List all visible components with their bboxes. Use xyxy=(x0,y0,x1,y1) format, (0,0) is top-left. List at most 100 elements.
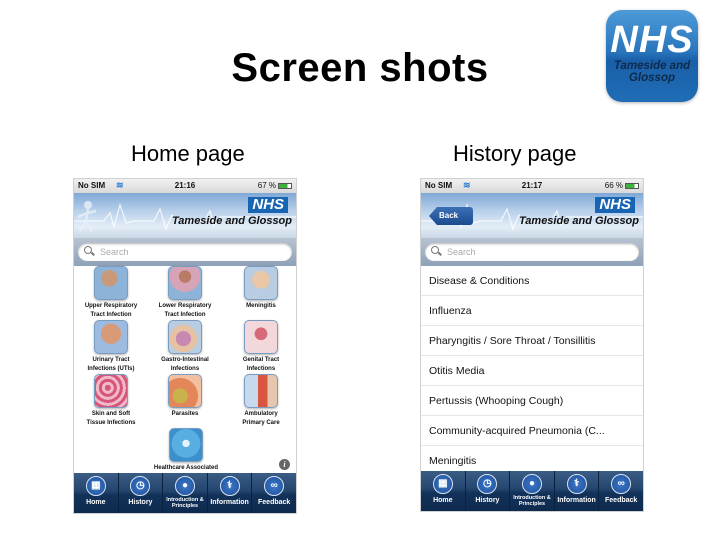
parasites-icon xyxy=(168,374,202,408)
category-label: Tract Infection xyxy=(90,312,132,318)
history-page-label: History page xyxy=(453,141,577,166)
search-icon xyxy=(84,246,92,254)
battery-icon xyxy=(278,183,292,189)
person-icon: ● xyxy=(521,474,542,494)
category-label: Genital Tract xyxy=(242,357,280,363)
genital-tract-icon xyxy=(244,320,278,354)
category-genital-tract[interactable]: Genital Tract Infections xyxy=(226,320,296,374)
tab-information[interactable]: ⚕ Information xyxy=(208,473,253,513)
category-meningitis[interactable]: Meningitis xyxy=(226,266,296,311)
category-lower-respiratory[interactable]: Lower Respiratory Tract Infection xyxy=(150,266,220,320)
list-item[interactable]: Influenza xyxy=(421,296,643,326)
nhs-logo-sub2: Glossop xyxy=(628,72,675,84)
list-item[interactable]: Pertussis (Whooping Cough) xyxy=(421,386,643,416)
back-button[interactable]: Back xyxy=(429,207,473,225)
category-label: Infections xyxy=(170,366,200,372)
list-item[interactable]: Pharyngitis / Sore Throat / Tonsillitis xyxy=(421,326,643,356)
tab-bar: ▦ Home ◷ History ● Introduction & Princi… xyxy=(74,473,296,513)
tab-label: Introduction & Principles xyxy=(166,497,204,509)
tab-history[interactable]: ◷ History xyxy=(119,473,164,513)
status-bar: No SIM ≋ 21:16 67 % xyxy=(74,179,296,193)
banner-nhs-logo: NHS xyxy=(595,197,635,213)
category-label: Skin and Soft xyxy=(91,411,131,417)
clock-icon: ◷ xyxy=(130,476,151,496)
nhs-logo: NHS Tameside and Glossop xyxy=(606,10,698,102)
search-icon xyxy=(431,246,439,254)
nhs-logo-text: NHS xyxy=(610,19,694,61)
search-input[interactable] xyxy=(100,244,280,260)
tab-introduction[interactable]: ● Introduction & Principles xyxy=(163,473,208,513)
list-item[interactable]: Otitis Media xyxy=(421,356,643,386)
tab-label: Introduction & Principles xyxy=(513,495,551,507)
category-ambulatory-care[interactable]: Ambulatory Primary Care xyxy=(226,374,296,428)
tab-feedback[interactable]: ∞ Feedback xyxy=(252,473,296,513)
voicemail-icon: ∞ xyxy=(611,474,632,494)
clock-icon: ◷ xyxy=(477,474,498,494)
category-label: Gastro-Intestinal xyxy=(161,357,209,363)
search-bar xyxy=(74,238,296,266)
category-label: Parasites xyxy=(171,411,199,417)
tab-label: Information xyxy=(210,499,249,506)
category-gastro-intestinal[interactable]: Gastro-Intestinal Infections xyxy=(150,320,220,374)
healthcare-associated-icon xyxy=(169,428,203,462)
battery-percent: 67 % xyxy=(257,181,276,190)
person-icon: ● xyxy=(174,476,195,496)
list-item[interactable]: Community-acquired Pneumonia (C... xyxy=(421,416,643,446)
tab-label: Feedback xyxy=(258,499,291,506)
category-urinary-tract[interactable]: Urinary Tract Infections (UTIs) xyxy=(76,320,146,374)
category-label: Infections xyxy=(246,366,276,372)
tab-label: Home xyxy=(86,499,106,506)
category-label: Meningitis xyxy=(246,303,276,309)
battery-icon xyxy=(625,183,639,189)
banner-location: Tameside and Glossop xyxy=(171,215,292,227)
tab-introduction[interactable]: ● Introduction & Principles xyxy=(510,471,555,511)
category-skin-soft-tissue[interactable]: Skin and Soft Tissue Infections xyxy=(76,374,146,428)
search-field[interactable] xyxy=(78,243,292,261)
category-label: Tissue Infections xyxy=(86,420,136,426)
caduceus-icon: ⚕ xyxy=(219,476,240,496)
category-parasites[interactable]: Parasites xyxy=(150,374,220,419)
category-label: Healthcare Associated xyxy=(153,465,219,471)
app-banner: NHS Tameside and Glossop xyxy=(74,193,296,238)
search-input[interactable] xyxy=(447,244,627,260)
caduceus-icon: ⚕ xyxy=(566,474,587,494)
skin-soft-tissue-icon xyxy=(94,374,128,408)
category-label: Upper Respiratory xyxy=(84,303,138,309)
banner-nhs-logo: NHS xyxy=(248,197,288,213)
home-page-label: Home page xyxy=(131,141,245,166)
list-item[interactable]: Disease & Conditions xyxy=(421,266,643,296)
category-label: Primary Care xyxy=(242,420,280,426)
voicemail-icon: ∞ xyxy=(264,476,285,496)
search-bar xyxy=(421,238,643,266)
nhs-logo-sub1: Tameside and xyxy=(613,60,691,72)
category-upper-respiratory[interactable]: Upper Respiratory Tract Infection xyxy=(76,266,146,320)
category-label: Infections (UTIs) xyxy=(87,366,135,372)
tab-label: History xyxy=(128,499,153,506)
upper-respiratory-icon xyxy=(94,266,128,300)
history-list: Disease & Conditions Influenza Pharyngit… xyxy=(421,266,643,476)
category-label: Ambulatory xyxy=(244,411,278,417)
meningitis-icon xyxy=(244,266,278,300)
tab-feedback[interactable]: ∞ Feedback xyxy=(599,471,643,511)
banner-location: Tameside and Glossop xyxy=(518,215,639,227)
tab-label: History xyxy=(475,497,500,504)
tab-label: Information xyxy=(557,497,596,504)
search-field[interactable] xyxy=(425,243,639,261)
status-bar: No SIM ≋ 21:17 66 % xyxy=(421,179,643,193)
gastro-intestinal-icon xyxy=(168,320,202,354)
tab-information[interactable]: ⚕ Information xyxy=(555,471,600,511)
tab-history[interactable]: ◷ History xyxy=(466,471,511,511)
tab-home[interactable]: ▦ Home xyxy=(421,471,466,511)
category-label: Lower Respiratory xyxy=(158,303,212,309)
tab-bar: ▦ Home ◷ History ● Introduction & Princi… xyxy=(421,471,643,511)
category-label: Tract Infection xyxy=(164,312,206,318)
info-icon[interactable]: i xyxy=(279,459,290,470)
history-screen: No SIM ≋ 21:17 66 % Back NHS Tameside an… xyxy=(420,178,644,512)
battery-percent: 66 % xyxy=(604,181,623,190)
tab-label: Feedback xyxy=(605,497,638,504)
tab-home[interactable]: ▦ Home xyxy=(74,473,119,513)
grid-icon: ▦ xyxy=(85,476,106,496)
urinary-tract-icon xyxy=(94,320,128,354)
home-screen: No SIM ≋ 21:16 67 % NHS Tameside and Glo… xyxy=(73,178,297,514)
category-grid: Upper Respiratory Tract Infection Lower R… xyxy=(74,266,296,480)
